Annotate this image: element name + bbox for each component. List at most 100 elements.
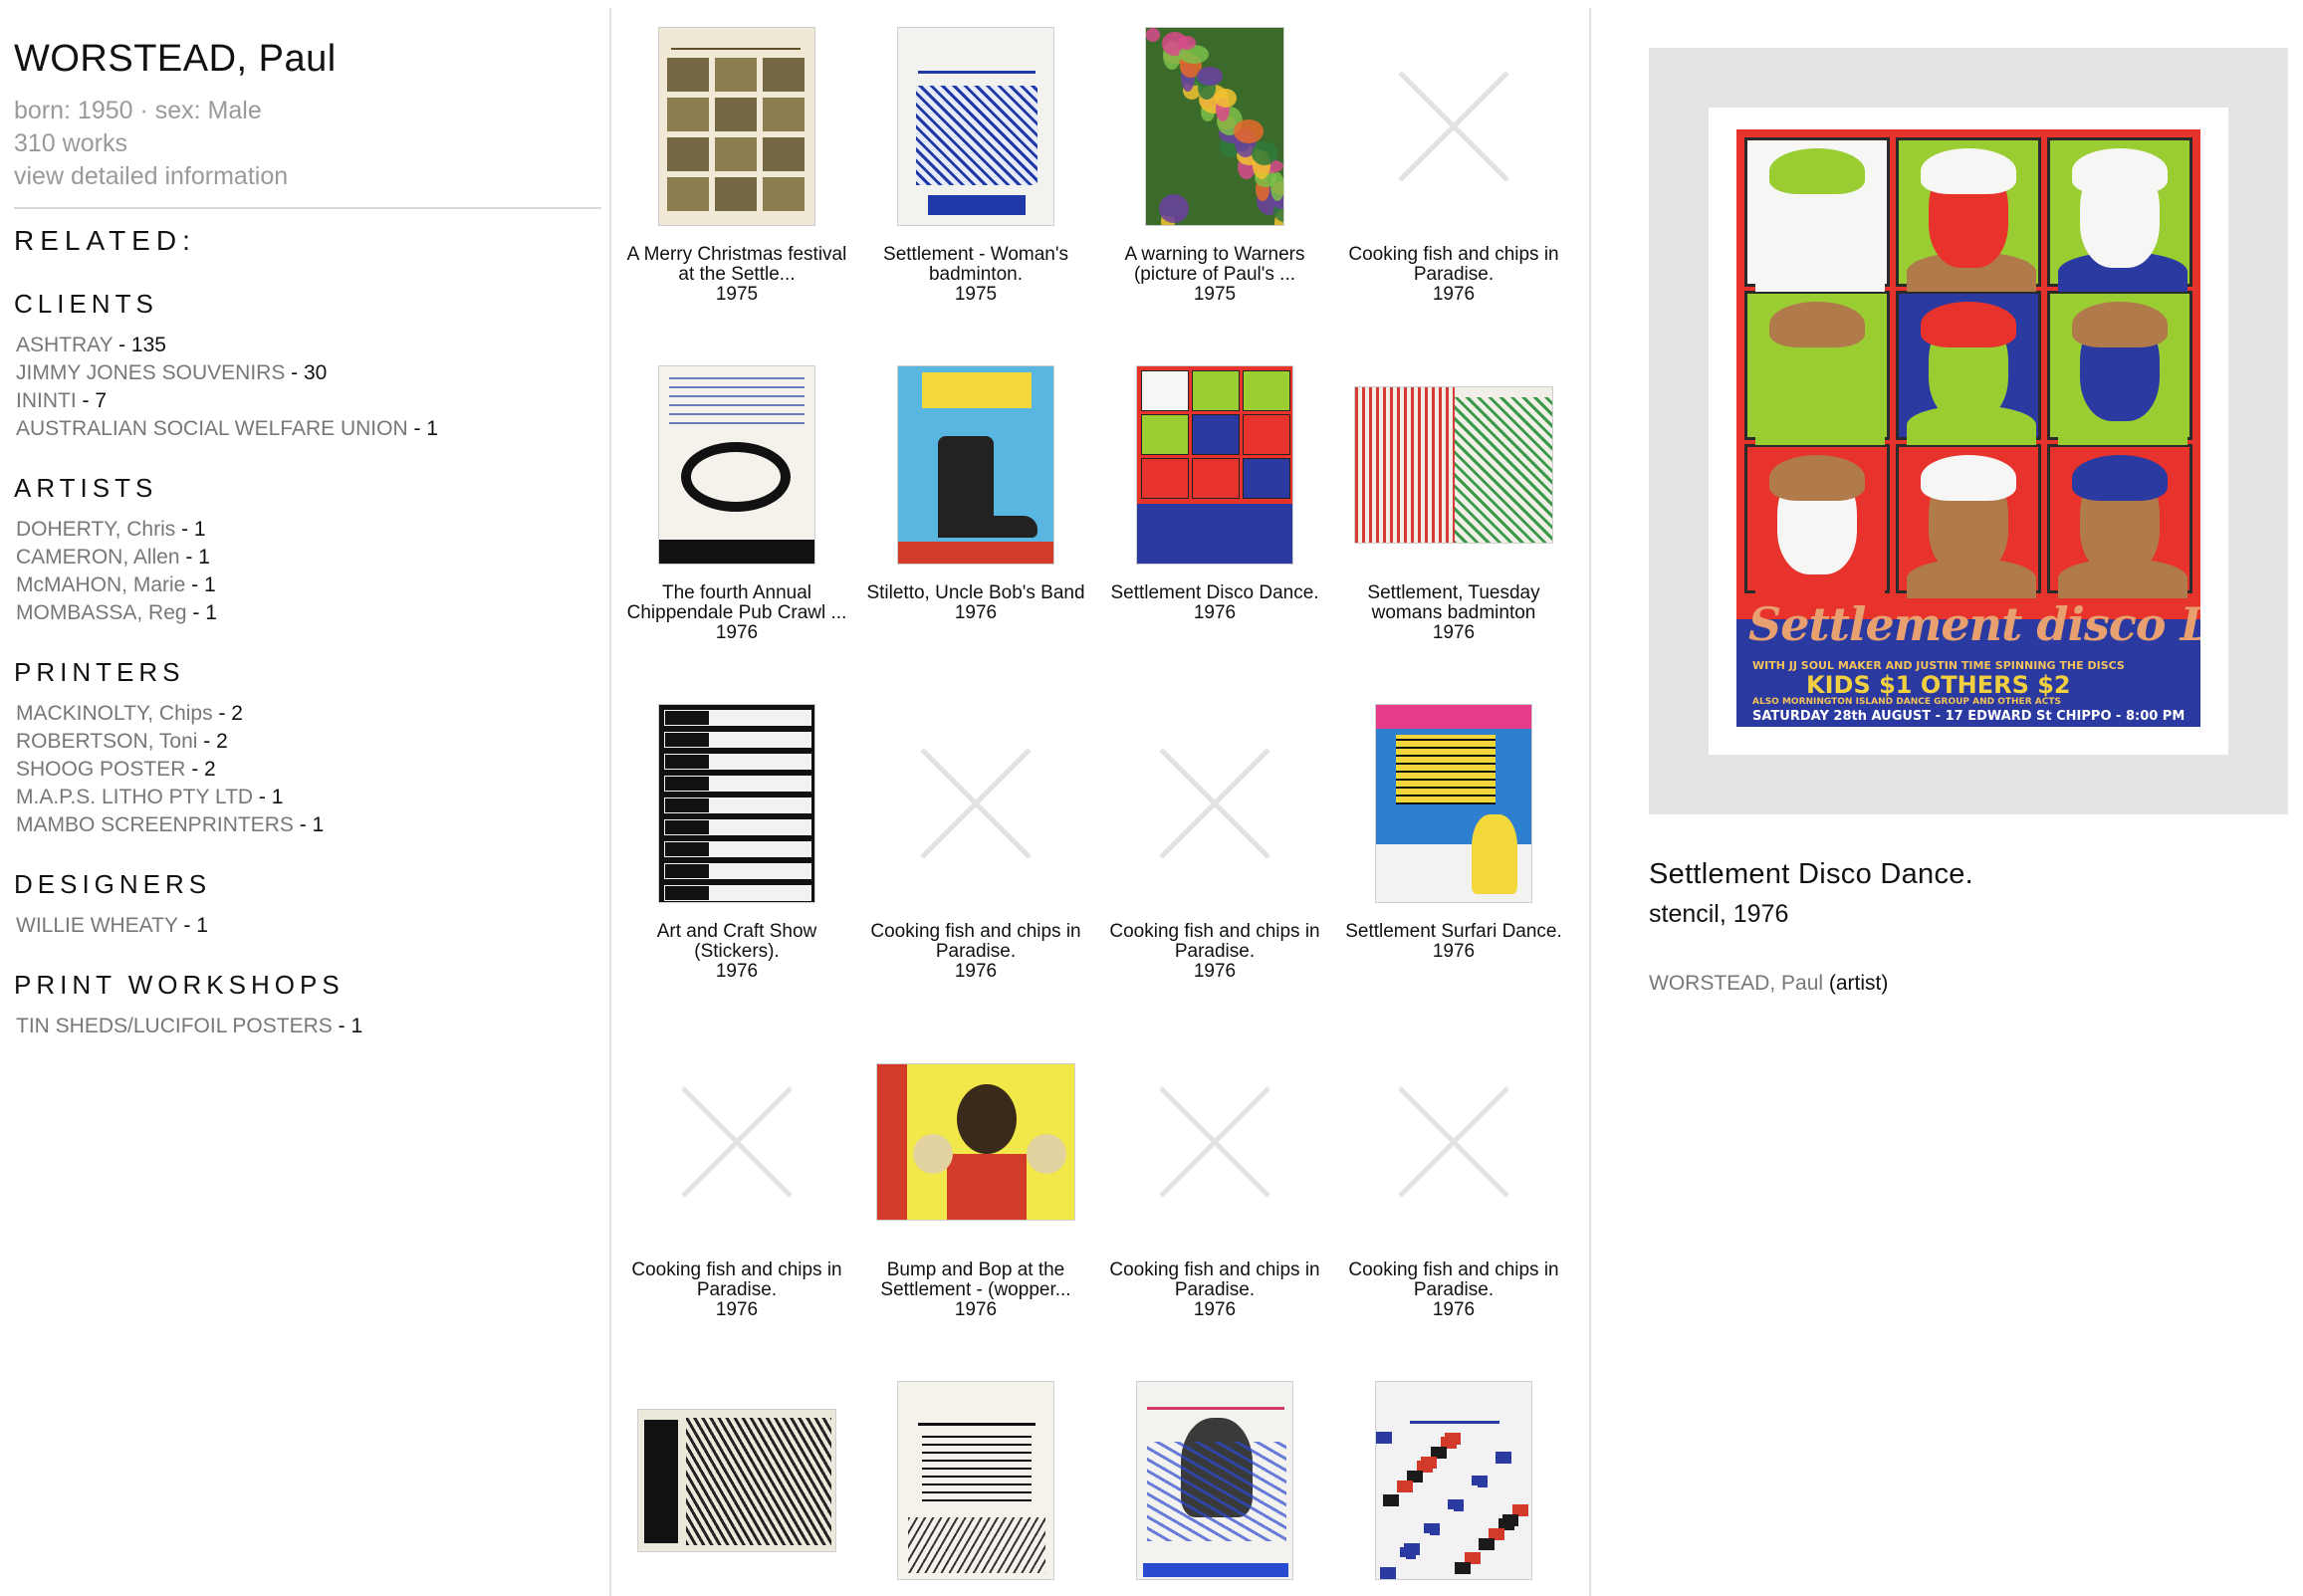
related-item-link[interactable]: ASHTRAY: [16, 334, 113, 356]
work-thumbnail-box[interactable]: [1095, 360, 1334, 570]
work-title[interactable]: Settlement Surfari Dance.: [1334, 922, 1573, 942]
work-card[interactable]: Settlement Disco Dance. 1976: [1095, 360, 1334, 623]
work-thumbnail-image[interactable]: [637, 1409, 836, 1552]
work-card[interactable]: A Merry Christmas festival at the Settle…: [617, 22, 856, 305]
related-item-link[interactable]: ROBERTSON, Toni: [16, 730, 197, 753]
related-item-link[interactable]: McMAHON, Marie: [16, 573, 185, 596]
work-card[interactable]: Settlement - Woman's badminton. 1975: [856, 22, 1095, 305]
work-thumbnail-box[interactable]: [617, 360, 856, 570]
work-thumbnail-image[interactable]: [897, 27, 1054, 226]
related-item-link[interactable]: DOHERTY, Chris: [16, 518, 175, 541]
work-title[interactable]: A Merry Christmas festival at the Settle…: [617, 245, 856, 285]
work-thumbnail-box[interactable]: [617, 22, 856, 231]
work-card[interactable]: [1095, 1376, 1334, 1585]
work-title[interactable]: Cooking fish and chips in Paradise.: [1334, 245, 1573, 285]
view-detail-link[interactable]: view detailed information: [14, 160, 609, 193]
work-thumbnail-box[interactable]: [1334, 1376, 1573, 1585]
thumb-shape: [1502, 1514, 1518, 1526]
work-title[interactable]: Cooking fish and chips in Paradise.: [1095, 1260, 1334, 1300]
work-thumbnail-image[interactable]: [1354, 386, 1553, 544]
related-item-link[interactable]: MAMBO SCREENPRINTERS: [16, 813, 294, 836]
work-card[interactable]: Art and Craft Show (Stickers). 1976: [617, 699, 856, 982]
work-thumbnail-image[interactable]: [1375, 704, 1532, 903]
credit-artist-link[interactable]: WORSTEAD, Paul: [1649, 972, 1823, 995]
missing-image-icon[interactable]: [856, 699, 1095, 908]
work-title[interactable]: Cooking fish and chips in Paradise.: [617, 1260, 856, 1300]
work-card[interactable]: Cooking fish and chips in Paradise. 1976: [617, 1037, 856, 1320]
work-title[interactable]: The fourth Annual Chippendale Pub Crawl …: [617, 583, 856, 623]
work-card[interactable]: Cooking fish and chips in Paradise. 1976: [1334, 22, 1573, 305]
work-thumbnail-image[interactable]: [1375, 1381, 1532, 1580]
related-item-link[interactable]: MACKINOLTY, Chips: [16, 702, 213, 725]
missing-image-icon[interactable]: [1334, 1037, 1573, 1247]
work-thumbnail-box[interactable]: [1095, 1376, 1334, 1585]
related-item-link[interactable]: WILLIE WHEATY: [16, 914, 178, 937]
work-card[interactable]: Cooking fish and chips in Paradise. 1976: [1095, 1037, 1334, 1320]
work-thumbnail-image[interactable]: [658, 365, 815, 565]
work-title[interactable]: Cooking fish and chips in Paradise.: [856, 922, 1095, 962]
thumb-shape: [665, 842, 709, 856]
missing-image-icon[interactable]: [1334, 22, 1573, 231]
related-item-link[interactable]: ININTI: [16, 389, 77, 412]
work-thumbnail-box[interactable]: [1334, 360, 1573, 570]
work-thumbnail-image[interactable]: [658, 27, 815, 226]
work-title[interactable]: Cooking fish and chips in Paradise.: [1095, 922, 1334, 962]
related-item-link[interactable]: CAMERON, Allen: [16, 546, 180, 569]
work-title[interactable]: Bump and Bop at the Settlement - (wopper…: [856, 1260, 1095, 1300]
missing-image-icon[interactable]: [1095, 699, 1334, 908]
work-card[interactable]: Cooking fish and chips in Paradise. 1976: [1095, 699, 1334, 982]
work-title[interactable]: Stiletto, Uncle Bob's Band: [856, 583, 1095, 603]
work-thumbnail-image[interactable]: [1136, 1381, 1293, 1580]
work-thumbnail-image[interactable]: [897, 365, 1054, 565]
related-item-link[interactable]: TIN SHEDS/LUCIFOIL POSTERS: [16, 1015, 333, 1037]
work-thumbnail-image[interactable]: [658, 704, 815, 903]
work-thumbnail-box[interactable]: [856, 360, 1095, 570]
missing-image-icon[interactable]: [617, 1037, 856, 1247]
work-card[interactable]: Settlement Surfari Dance. 1976: [1334, 699, 1573, 962]
work-thumbnail-image[interactable]: [897, 1381, 1054, 1580]
work-title[interactable]: Settlement Disco Dance.: [1095, 583, 1334, 603]
work-thumbnail-box[interactable]: [856, 1037, 1095, 1247]
missing-image-icon: [1159, 1086, 1270, 1198]
work-card[interactable]: Cooking fish and chips in Paradise. 1976: [856, 699, 1095, 982]
work-card[interactable]: Stiletto, Uncle Bob's Band 1976: [856, 360, 1095, 623]
related-item-link[interactable]: SHOOG POSTER: [16, 758, 185, 781]
work-card[interactable]: Cooking fish and chips in Paradise. 1976: [1334, 1037, 1573, 1320]
poster-face-panel: [1744, 444, 1890, 598]
work-thumbnail-box[interactable]: [856, 22, 1095, 231]
work-thumbnail-box[interactable]: [1334, 699, 1573, 908]
work-title[interactable]: Cooking fish and chips in Paradise.: [1334, 1260, 1573, 1300]
poster-hair: [1921, 148, 2016, 194]
related-item-link[interactable]: MOMBASSA, Reg: [16, 601, 187, 624]
work-year: 1976: [715, 961, 759, 982]
preview-frame[interactable]: Settlement disco DANCE WITH JJ SOUL MAKE…: [1649, 48, 2288, 814]
work-title[interactable]: Settlement, Tuesday womans badminton: [1334, 583, 1573, 623]
thumbnail-art: [1355, 387, 1552, 543]
work-title[interactable]: A warning to Warners (picture of Paul's …: [1095, 245, 1334, 285]
related-item-count: - 1: [179, 546, 210, 569]
work-thumbnail-image[interactable]: [1136, 365, 1293, 565]
work-card[interactable]: Settlement, Tuesday womans badminton 1976: [1334, 360, 1573, 643]
work-thumbnail-box[interactable]: [1095, 22, 1334, 231]
thumbnail-art: [898, 366, 1053, 564]
work-title[interactable]: Art and Craft Show (Stickers).: [617, 922, 856, 962]
work-card[interactable]: [1334, 1376, 1573, 1585]
work-thumbnail-box[interactable]: [856, 1376, 1095, 1585]
work-thumbnail-image[interactable]: [1145, 27, 1284, 226]
related-item-link[interactable]: M.A.P.S. LITHO PTY LTD: [16, 786, 253, 808]
work-card[interactable]: The fourth Annual Chippendale Pub Crawl …: [617, 360, 856, 643]
work-card[interactable]: Bump and Bop at the Settlement - (wopper…: [856, 1037, 1095, 1320]
missing-image-icon[interactable]: [1095, 1037, 1334, 1247]
work-thumbnail-image[interactable]: [876, 1063, 1075, 1221]
selected-work-medium-year: stencil, 1976: [1649, 900, 1789, 928]
work-thumbnail-box[interactable]: [617, 699, 856, 908]
work-card[interactable]: A warning to Warners (picture of Paul's …: [1095, 22, 1334, 305]
thumb-shape: [1141, 458, 1189, 499]
work-title[interactable]: Settlement - Woman's badminton.: [856, 245, 1095, 285]
work-card[interactable]: [617, 1376, 856, 1585]
related-item-count: - 30: [285, 361, 328, 384]
work-card[interactable]: [856, 1376, 1095, 1585]
work-thumbnail-box[interactable]: [617, 1376, 856, 1585]
related-item-link[interactable]: AUSTRALIAN SOCIAL WELFARE UNION: [16, 417, 408, 440]
related-item-link[interactable]: JIMMY JONES SOUVENIRS: [16, 361, 285, 384]
